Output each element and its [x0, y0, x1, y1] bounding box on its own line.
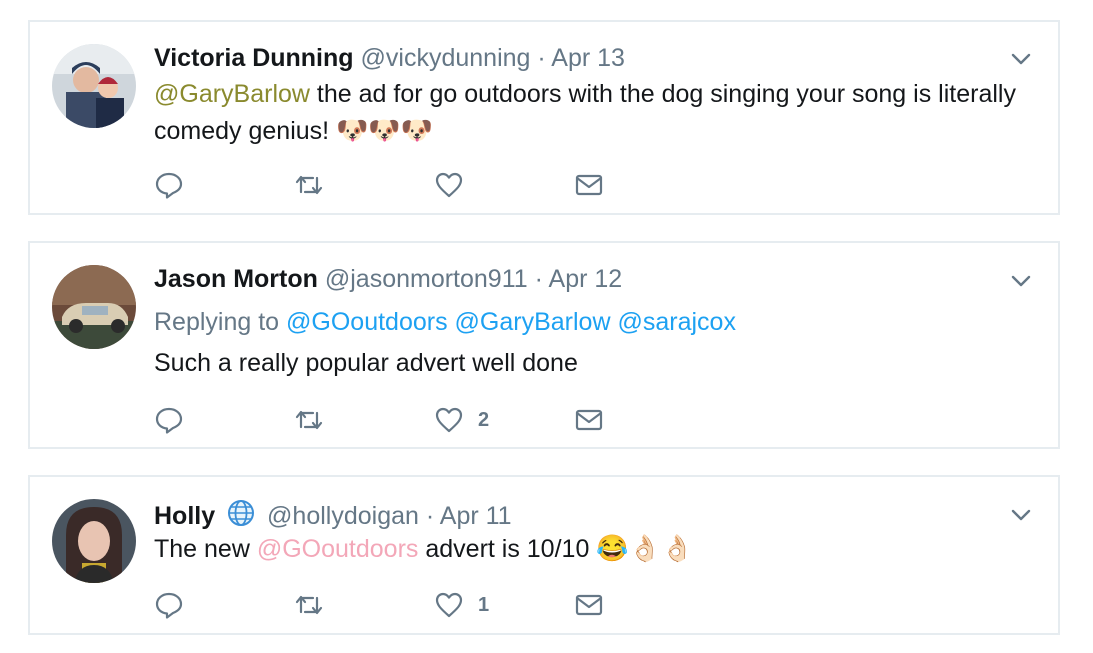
reply-icon [154, 405, 184, 435]
reply-icon [154, 170, 184, 200]
avatar[interactable] [52, 499, 136, 583]
mention-link[interactable]: @sarajcox [617, 308, 735, 336]
tweet-actions [154, 169, 614, 201]
display-name[interactable]: Jason Morton [154, 265, 318, 293]
chevron-down-icon [1008, 502, 1034, 528]
envelope-icon [574, 170, 604, 200]
mention-link[interactable]: @GOoutdoors [257, 535, 419, 563]
dm-button[interactable] [574, 404, 614, 436]
like-button[interactable] [434, 169, 574, 201]
tweet-header: Jason Morton @jasonmorton911 · Apr 12 [154, 264, 622, 294]
tweet-date[interactable]: Apr 11 [440, 502, 512, 530]
tweet-text-end: advert is 10/10 [418, 535, 597, 563]
retweet-icon [294, 405, 324, 435]
separator-dot: · [425, 502, 435, 530]
separator-dot: · [534, 265, 543, 293]
replying-to-line: Replying to @GOoutdoors @GaryBarlow @sar… [154, 304, 1018, 340]
heart-icon [434, 405, 464, 435]
tweet-card[interactable]: Victoria Dunning @vickydunning · Apr 13 … [28, 20, 1060, 215]
tweet-text-start: The new [154, 535, 257, 563]
envelope-icon [574, 590, 604, 620]
reply-button[interactable] [154, 404, 294, 436]
tweet-date[interactable]: Apr 12 [549, 265, 623, 293]
like-count: 2 [478, 408, 490, 431]
mention-link[interactable]: @GaryBarlow [154, 80, 310, 108]
reply-icon [154, 590, 184, 620]
more-options-button[interactable] [1008, 268, 1034, 294]
separator-dot: · [537, 44, 546, 72]
envelope-icon [574, 405, 604, 435]
retweet-icon [294, 170, 324, 200]
tweet-date[interactable]: Apr 13 [551, 44, 625, 72]
mention-link[interactable]: @GOoutdoors [286, 308, 448, 336]
retweet-button[interactable] [294, 169, 434, 201]
chevron-down-icon [1008, 46, 1034, 72]
heart-icon [434, 170, 464, 200]
user-handle[interactable]: @hollydoigan [267, 502, 419, 530]
retweet-button[interactable] [294, 589, 434, 621]
user-handle[interactable]: @jasonmorton911 [325, 265, 528, 293]
like-button[interactable]: 1 [434, 589, 574, 621]
mention-link[interactable]: @GaryBarlow [455, 308, 611, 336]
avatar[interactable] [52, 44, 136, 128]
tweet-text: The new @GOoutdoors advert is 10/10 😂👌🏻👌… [154, 530, 1018, 567]
retweet-icon [294, 590, 324, 620]
tweet-text: Such a really popular advert well done [154, 349, 578, 377]
display-name[interactable]: Holly [154, 502, 215, 530]
tweet-header: Victoria Dunning @vickydunning · Apr 13 [154, 43, 625, 73]
reply-button[interactable] [154, 589, 294, 621]
dm-button[interactable] [574, 589, 614, 621]
like-count: 1 [478, 593, 490, 616]
emoji-group: 🐶🐶🐶 [336, 115, 434, 145]
more-options-button[interactable] [1008, 46, 1034, 72]
tweet-card[interactable]: Holly @hollydoigan · Apr 11 The new @GOo… [28, 475, 1060, 635]
user-handle[interactable]: @vickydunning [361, 44, 531, 72]
tweet-actions: 1 [154, 589, 614, 621]
tweet-card[interactable]: Jason Morton @jasonmorton911 · Apr 12 Re… [28, 241, 1060, 449]
emoji-group: 😂👌🏻👌🏻 [596, 533, 694, 563]
reply-button[interactable] [154, 169, 294, 201]
dm-button[interactable] [574, 169, 614, 201]
replying-to-label: Replying to [154, 308, 280, 336]
tweet-text: @GaryBarlow the ad for go outdoors with … [154, 76, 1018, 149]
avatar[interactable] [52, 265, 136, 349]
more-options-button[interactable] [1008, 502, 1034, 528]
tweet-actions: 2 [154, 404, 614, 436]
retweet-button[interactable] [294, 404, 434, 436]
display-name[interactable]: Victoria Dunning [154, 44, 354, 72]
like-button[interactable]: 2 [434, 404, 574, 436]
chevron-down-icon [1008, 268, 1034, 294]
heart-icon [434, 590, 464, 620]
